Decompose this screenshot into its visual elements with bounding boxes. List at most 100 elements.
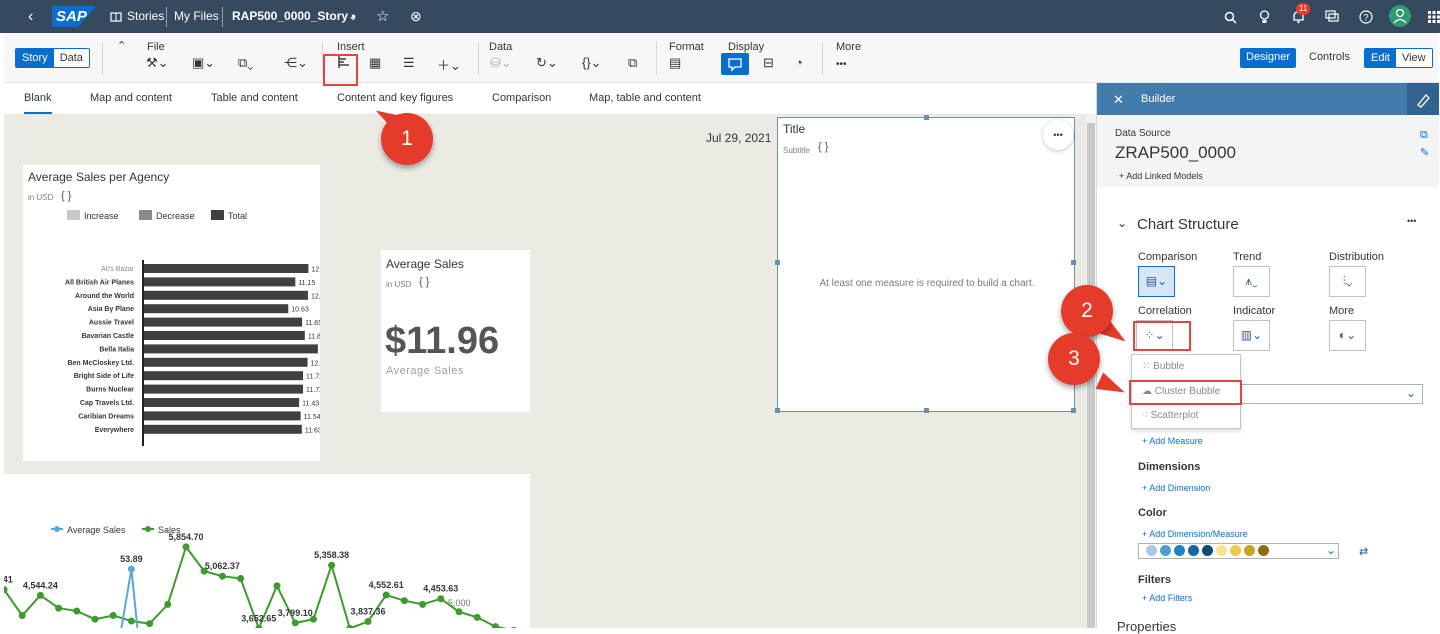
my-files-link[interactable]: My Files (174, 0, 219, 33)
add-dimension-link[interactable]: + Add Dimension (1142, 483, 1210, 493)
more-chart-picker[interactable]: ◐⌄ (1329, 320, 1366, 351)
bar-category-label: Bavarian Castle (81, 333, 134, 340)
star-icon[interactable]: ☆ (376, 0, 389, 33)
insert-add-icon[interactable]: ＋⌄ (437, 55, 461, 74)
avatar[interactable] (1389, 5, 1411, 27)
edit-pencil-icon[interactable]: ✎ (1420, 146, 1429, 159)
collapse-icon[interactable]: ⌃ (117, 39, 126, 52)
layout-templates: Blank Map and content Table and content … (4, 83, 1096, 115)
bar (144, 411, 301, 421)
color-swatch (1188, 545, 1199, 556)
data-source-icon[interactable]: ⛁⌄ (490, 55, 512, 71)
add-measure-link[interactable]: + Add Measure (1142, 436, 1203, 446)
wrench-icon[interactable]: ✕ (1113, 92, 1124, 108)
panel-icon[interactable]: ⊟ (763, 55, 774, 71)
empty-chart-card[interactable]: Title Subtitle { } ••• At least one meas… (775, 115, 1076, 413)
color-palette-select[interactable] (1138, 543, 1339, 559)
tab-data[interactable]: Data (53, 49, 89, 67)
more-group-label: More (836, 41, 862, 53)
bar-chart-card[interactable]: Average Sales per Agency in USD { } Incr… (23, 165, 320, 461)
share-icon[interactable]: ⋲⌄ (284, 55, 308, 71)
save-icon[interactable]: ▣⌄ (192, 55, 215, 71)
stories-icon[interactable] (110, 0, 122, 33)
format-icon[interactable]: ▤ (669, 55, 681, 71)
story-title[interactable]: RAP500_0000_Story • (232, 0, 356, 33)
story-canvas[interactable]: Jul 29, 2021 Average Sales per Agency in… (4, 115, 1086, 628)
template-comparison[interactable]: Comparison (492, 92, 551, 104)
add-filters-link[interactable]: + Add Filters (1142, 593, 1192, 603)
bar (144, 357, 308, 367)
close-circle-icon[interactable]: ⊗ (410, 0, 422, 33)
resize-handle[interactable] (775, 260, 780, 265)
designer-button[interactable]: Designer (1240, 48, 1297, 68)
resize-handle[interactable] (924, 115, 929, 120)
properties-label[interactable]: Properties (1117, 619, 1176, 634)
search-icon[interactable] (1224, 0, 1237, 33)
kpi-card[interactable]: Average Sales in USD { } $11.96 Average … (381, 250, 530, 412)
toolbar-divider (102, 41, 103, 75)
bar (144, 344, 318, 354)
chevron-down-icon[interactable]: ⌄ (1117, 216, 1127, 230)
comment-toggle[interactable] (721, 53, 749, 75)
story-data-toggle: Story Data (15, 48, 90, 68)
chevron-down-icon[interactable]: ⌄ (1406, 386, 1416, 400)
empty-chart-title[interactable]: Title (783, 122, 805, 136)
view-button[interactable]: View (1395, 49, 1432, 67)
controls-button[interactable]: Controls (1309, 51, 1350, 63)
add-linked-models[interactable]: + Add Linked Models (1119, 171, 1203, 181)
resize-handle[interactable] (1071, 260, 1076, 265)
chevron-down-icon[interactable]: ⌄ (1326, 543, 1336, 557)
edit-button[interactable]: Edit (1365, 49, 1396, 67)
active-tab-indicator (24, 112, 52, 114)
empty-chart-subtitle[interactable]: Subtitle (783, 146, 810, 155)
grid-menu-icon[interactable] (1428, 0, 1440, 33)
template-map-content[interactable]: Map and content (90, 92, 172, 104)
bar-category-label: Caribian Dreams (78, 413, 134, 420)
more-options-icon[interactable]: ••• (836, 59, 847, 70)
indicator-chart-picker[interactable]: ▥⌄ (1233, 320, 1270, 351)
add-dimension-measure-link[interactable]: + Add Dimension/Measure (1142, 529, 1248, 539)
resize-handle[interactable] (1071, 408, 1076, 413)
insert-table-icon[interactable]: ▦ (369, 55, 381, 71)
styling-tab[interactable] (1407, 83, 1439, 115)
sales-point (273, 582, 281, 590)
template-content-key-figures[interactable]: Content and key figures (337, 92, 453, 104)
card-menu-button[interactable]: ••• (1043, 120, 1073, 150)
line-point-label: 3,837.36 (350, 607, 385, 617)
color-sync-icon[interactable]: ⇄ (1359, 545, 1368, 558)
copy-source-icon[interactable]: ⧉ (1420, 129, 1428, 142)
highlight-insert-chart (323, 54, 358, 86)
template-blank[interactable]: Blank (24, 92, 52, 104)
trend-chart-picker[interactable]: ⩚⌄ (1233, 266, 1270, 297)
formula-icon[interactable]: {}⌄ (582, 55, 602, 71)
chat-icon[interactable] (1325, 0, 1339, 33)
distribution-chart-picker[interactable]: ⫶⌄ (1329, 266, 1366, 297)
structure-more-icon[interactable]: ••• (1407, 216, 1416, 226)
line-chart-card[interactable]: Average Sales Sales 5,000 4,414,544.2453… (4, 474, 530, 628)
bubble-option[interactable]: ⁙ Bubble (1142, 361, 1184, 372)
refresh-icon[interactable]: ↻⌄ (536, 55, 558, 71)
legend-increase: Increase (84, 211, 119, 221)
compass-icon[interactable]: ◔ (795, 55, 803, 70)
stories-link[interactable]: Stories (127, 0, 164, 33)
link-icon[interactable]: ⧉ (628, 55, 637, 71)
bar (144, 264, 309, 273)
insert-control-icon[interactable]: ☰ (403, 55, 415, 71)
template-table-content[interactable]: Table and content (211, 92, 298, 104)
back-icon[interactable]: ‹ (28, 0, 33, 33)
template-map-table-content[interactable]: Map, table and content (589, 92, 701, 104)
comparison-chart-picker[interactable]: ▤⌄ (1138, 266, 1175, 297)
chevron-down-icon[interactable]: ⌄ (348, 0, 358, 33)
lightbulb-icon[interactable] (1259, 0, 1270, 33)
tools-icon[interactable]: ⚒⌄ (146, 55, 169, 71)
builder-title[interactable]: Builder (1141, 93, 1175, 105)
resize-handle[interactable] (924, 408, 929, 413)
scatterplot-option[interactable]: ⁖ Scatterplot (1142, 410, 1198, 421)
tab-story[interactable]: Story (16, 49, 54, 67)
kpi-braces: { } (419, 276, 430, 288)
help-icon[interactable]: ? (1359, 0, 1373, 33)
highlight-cluster-bubble (1129, 380, 1242, 405)
resize-handle[interactable] (775, 408, 780, 413)
copy-icon[interactable]: ⧉⌄ (238, 55, 253, 71)
bar-value-label: 11.65 (305, 320, 320, 327)
